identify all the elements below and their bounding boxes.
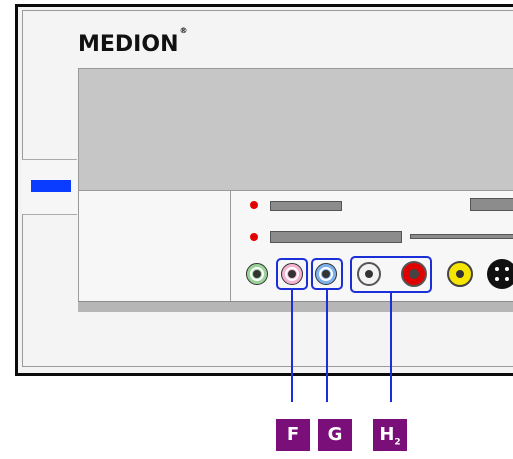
- callout-letter-f: F: [286, 424, 300, 445]
- callout-label-f: F: [276, 419, 310, 451]
- callout-leader-h-icon: [390, 293, 392, 402]
- green-audio-jack-icon: [246, 263, 268, 285]
- brand-name: MEDION: [78, 32, 179, 57]
- brand-trademark: ®: [179, 25, 188, 35]
- power-led-icon: [31, 180, 71, 192]
- upper-panel: [78, 68, 513, 192]
- indicator-led-1-icon: [250, 201, 258, 209]
- callout-box-f: [276, 258, 308, 290]
- callout-label-g: G: [318, 419, 352, 451]
- slot-2: [470, 198, 513, 211]
- panel-divider: [230, 190, 231, 302]
- yellow-video-jack-icon: [447, 261, 473, 287]
- callout-box-g: [311, 258, 343, 290]
- callout-label-h2: H2: [373, 419, 407, 451]
- svideo-port-icon: [487, 259, 513, 289]
- slot-3: [410, 234, 513, 239]
- card-slot: [270, 231, 402, 243]
- callout-letter-h: H: [379, 424, 395, 445]
- indicator-led-2-icon: [250, 233, 258, 241]
- callout-box-h: [350, 256, 432, 293]
- callout-leader-f-icon: [291, 290, 293, 402]
- callout-letter-g: G: [327, 424, 343, 445]
- callout-leader-g-icon: [326, 290, 328, 402]
- slot-1: [270, 201, 342, 211]
- device-base: [78, 301, 513, 312]
- callout-subscript-h: 2: [394, 437, 401, 448]
- brand-logo: MEDION®: [78, 26, 187, 57]
